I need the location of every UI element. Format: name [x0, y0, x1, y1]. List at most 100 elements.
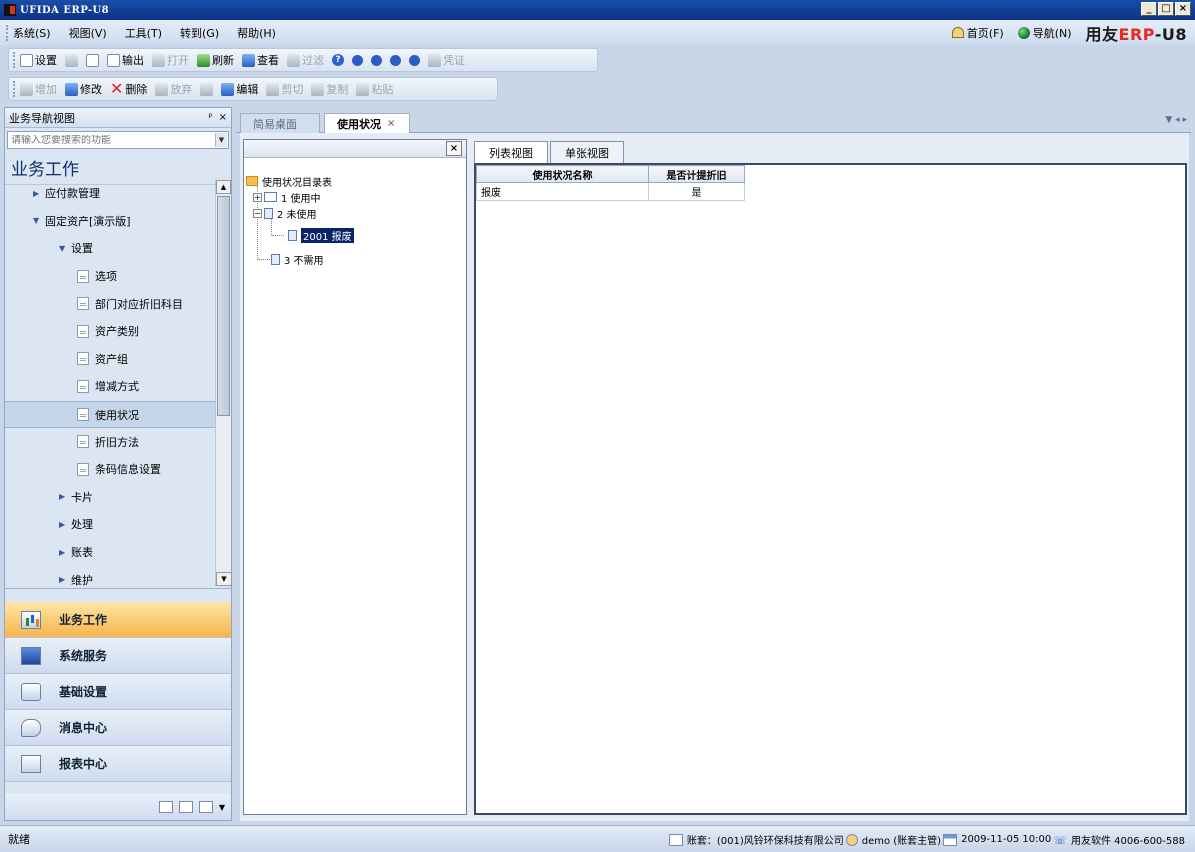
view-button[interactable]: 查看 — [242, 52, 279, 68]
column-header-name[interactable]: 使用状况名称 — [476, 165, 649, 183]
nav-item-options[interactable]: 选项 — [5, 263, 215, 291]
close-button[interactable]: × — [1175, 2, 1191, 16]
tree-pane-close-button[interactable]: × — [446, 141, 462, 156]
save-icon — [200, 82, 214, 96]
expand-arrow-icon[interactable]: ▶ — [59, 520, 71, 529]
tree-node-scrapped[interactable]: 2001 报废 — [288, 227, 354, 243]
collapse-arrow-icon[interactable]: ▼ — [33, 216, 45, 225]
output-button[interactable]: 输出 — [107, 52, 144, 68]
copy-button[interactable]: 复制 — [311, 81, 348, 97]
module-basic-settings[interactable]: 基础设置 — [5, 674, 231, 710]
expand-arrow-icon[interactable]: ▶ — [59, 548, 71, 557]
last-record-button[interactable] — [409, 54, 420, 66]
discard-button[interactable]: 放弃 — [155, 81, 192, 97]
nav-item-cards[interactable]: ▶ 卡片 — [5, 484, 215, 512]
home-link[interactable]: 首页(F) — [951, 25, 1004, 41]
column-header-depreciation[interactable]: 是否计提折旧 — [648, 165, 745, 183]
tab-card-view[interactable]: 单张视图 — [550, 141, 624, 163]
expand-arrow-icon[interactable]: ▶ — [33, 189, 45, 198]
nav-item-maintenance[interactable]: ▶ 维护 — [5, 566, 215, 586]
refresh-button[interactable]: 刷新 — [197, 52, 234, 68]
module-business-work[interactable]: 业务工作 — [5, 602, 231, 638]
tab-usage-status[interactable]: 使用状况 × — [324, 113, 410, 133]
module-report-center[interactable]: 报表中心 — [5, 746, 231, 782]
nav-item-dept-depreciation[interactable]: 部门对应折旧科目 — [5, 290, 215, 318]
voucher-button[interactable]: 凭证 — [428, 52, 465, 68]
table-row[interactable]: 报废 是 — [476, 182, 745, 201]
function-search-input[interactable] — [11, 134, 211, 146]
tree-node-not-needed[interactable]: 3 不需用 — [271, 252, 324, 267]
nav-item-change-method[interactable]: 增减方式 — [5, 373, 215, 401]
filter-button[interactable]: 过滤 — [287, 52, 324, 68]
module-message-center[interactable]: 消息中心 — [5, 710, 231, 746]
expand-arrow-icon[interactable]: ▶ — [59, 575, 71, 584]
tree-node-unused[interactable]: −2 未使用 — [253, 206, 317, 221]
menu-tools[interactable]: 工具(T) — [125, 25, 162, 41]
filter-icon — [287, 53, 300, 67]
status-account: 账套：(001)风铃环保科技有限公司 — [686, 836, 844, 847]
setup-button[interactable]: 设置 — [20, 52, 57, 68]
tree-node-in-use[interactable]: +1 使用中 — [253, 190, 321, 205]
maximize-button[interactable]: □ — [1158, 2, 1174, 16]
minimize-button[interactable]: _ — [1141, 2, 1157, 16]
first-record-button[interactable] — [352, 54, 363, 66]
collapse-box-icon[interactable]: − — [253, 208, 262, 218]
menu-system[interactable]: 系统(S) — [13, 25, 51, 41]
chevron-down-icon[interactable]: ▼ — [219, 803, 225, 812]
small-module-icon[interactable] — [158, 801, 173, 813]
small-chart-icon[interactable] — [198, 801, 213, 813]
prev-record-button[interactable] — [371, 54, 382, 66]
nav-item-usage-status[interactable]: 使用状况 — [5, 400, 215, 429]
scroll-down-icon[interactable]: ▼ — [216, 572, 232, 586]
menu-help[interactable]: 帮助(H) — [237, 25, 276, 41]
nav-item-asset-category[interactable]: 资产类别 — [5, 318, 215, 346]
module-nav-footer: ▼ — [5, 794, 231, 820]
cell-name[interactable]: 报废 — [476, 182, 649, 201]
add-button[interactable]: 增加 — [20, 81, 57, 97]
delete-button[interactable]: ✕ 删除 — [110, 81, 147, 97]
navigation-link[interactable]: 导航(N) — [1017, 25, 1072, 41]
search-dropdown-icon[interactable]: ▼ — [215, 133, 227, 147]
edit-button[interactable]: 编辑 — [221, 81, 258, 97]
collapse-arrow-icon[interactable]: ▼ — [59, 244, 71, 253]
folder-icon — [264, 207, 273, 219]
nav-item-reports[interactable]: ▶ 账表 — [5, 539, 215, 567]
cell-depreciation[interactable]: 是 — [648, 182, 745, 201]
expand-arrow-icon[interactable]: ▶ — [59, 492, 71, 501]
menu-goto[interactable]: 转到(G) — [180, 25, 219, 41]
small-grid-icon[interactable] — [178, 801, 193, 813]
nav-panel-close-icon[interactable]: × — [219, 112, 227, 123]
nav-item-payables[interactable]: ▶ 应付款管理 — [5, 180, 215, 208]
print-button[interactable] — [65, 53, 78, 67]
menu-view[interactable]: 视图(V) — [69, 25, 107, 41]
tab-list-view[interactable]: 列表视图 — [474, 141, 548, 163]
tree-root[interactable]: 使用状况目录表 — [246, 174, 332, 189]
nav-item-barcode-settings[interactable]: 条码信息设置 — [5, 456, 215, 484]
nav-tree-scrollbar[interactable]: ▲ ▼ — [215, 180, 232, 586]
preview-button[interactable] — [86, 53, 99, 67]
nav-item-asset-group[interactable]: 资产组 — [5, 346, 215, 374]
nav-item-depreciation-method[interactable]: 折旧方法 — [5, 428, 215, 456]
cut-button[interactable]: 剪切 — [266, 81, 303, 97]
paste-icon — [356, 82, 370, 96]
paste-button[interactable]: 粘贴 — [356, 81, 393, 97]
nav-item-fixed-assets[interactable]: ▼ 固定资产[演示版] — [5, 208, 215, 236]
pin-icon[interactable]: ᵖ — [208, 112, 212, 123]
tab-scroll-icons[interactable]: ▼ ◂ ▸ — [1165, 115, 1187, 125]
module-system-service[interactable]: 系统服务 — [5, 638, 231, 674]
tab-simple-desktop[interactable]: 简易桌面 — [240, 113, 320, 133]
save-button[interactable] — [200, 82, 214, 96]
tab-close-icon[interactable]: × — [387, 118, 395, 129]
modify-button[interactable]: 修改 — [65, 81, 102, 97]
scroll-up-icon[interactable]: ▲ — [216, 180, 231, 194]
nav-splitter[interactable] — [5, 588, 231, 602]
scroll-thumb[interactable] — [217, 196, 230, 416]
help-button[interactable]: ? — [332, 54, 344, 66]
next-record-button[interactable] — [390, 54, 401, 66]
expand-box-icon[interactable]: + — [253, 192, 262, 202]
nav-item-processing[interactable]: ▶ 处理 — [5, 511, 215, 539]
function-search[interactable]: ▼ — [7, 131, 229, 149]
nav-item-settings[interactable]: ▼ 设置 — [5, 235, 215, 263]
scissors-icon — [266, 82, 280, 96]
open-button[interactable]: 打开 — [152, 52, 189, 68]
